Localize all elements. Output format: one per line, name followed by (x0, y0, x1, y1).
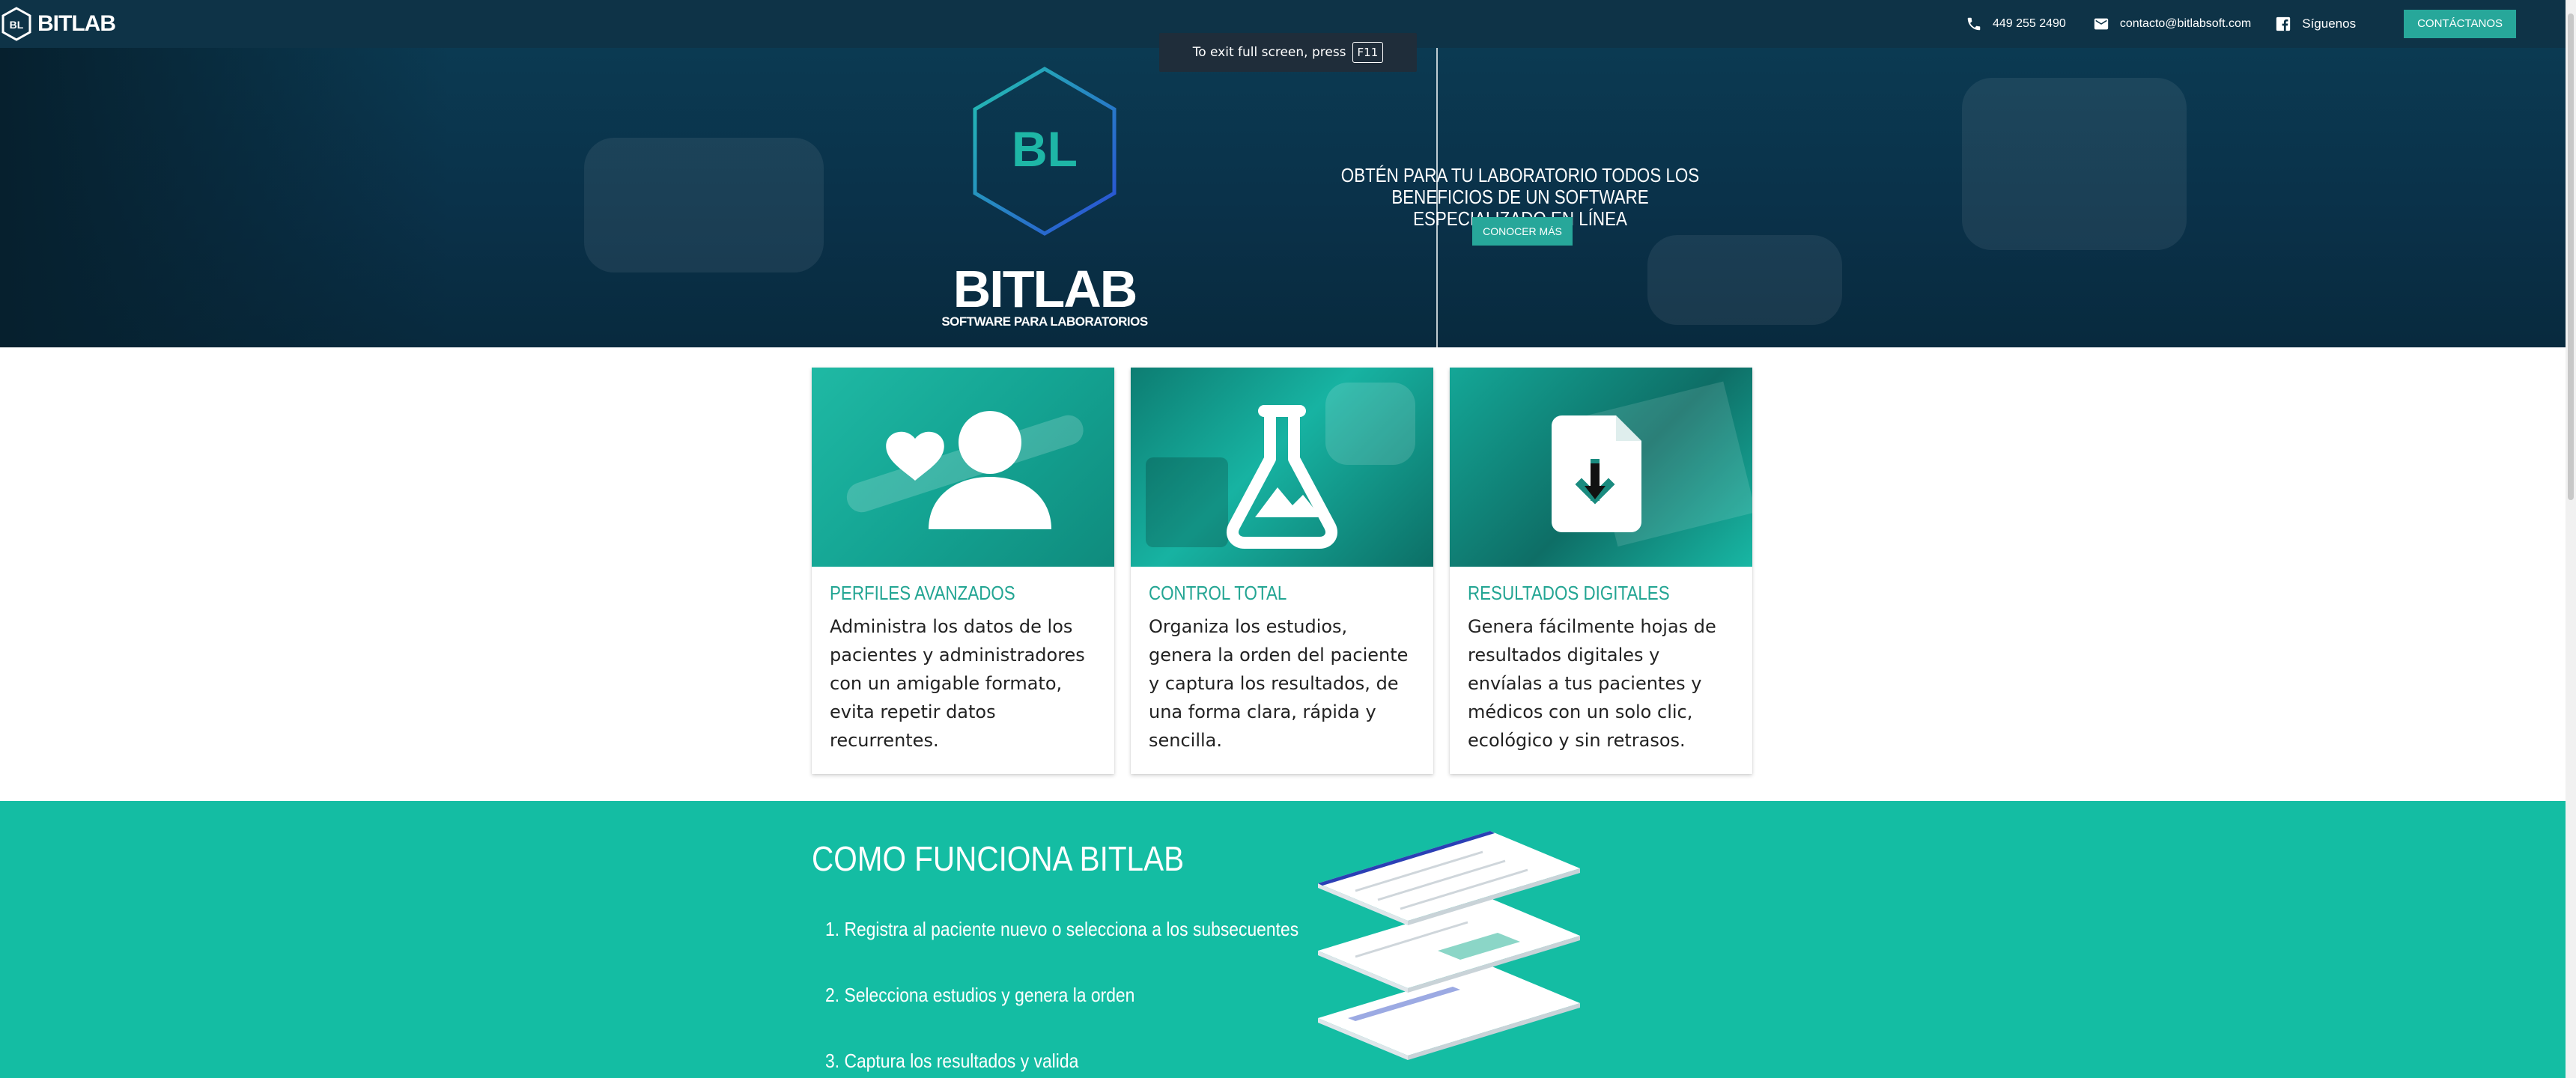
hero-background-shape (1962, 78, 2187, 250)
feature-title: PERFILES AVANZADOS (830, 582, 1015, 604)
app-screens-illustration (1318, 831, 1580, 1060)
brand-logo[interactable]: BL BITLAB (0, 6, 116, 42)
svg-text:BL: BL (10, 19, 24, 31)
feature-card-body: PERFILES AVANZADOS Administra los datos … (812, 567, 1114, 774)
step-item: 2. Selecciona estudios y genera la orden (825, 984, 1135, 1006)
hero-background-shade (0, 48, 449, 347)
document-download-icon (1552, 381, 1752, 547)
hero-hex-logo: BL (973, 67, 1117, 236)
hero-logo-subtitle: SOFTWARE PARA LABORATORIOS (941, 314, 1148, 329)
fullscreen-notice: To exit full screen, press F11 (1159, 33, 1417, 72)
contact-button[interactable]: CONTÁCTANOS (2404, 10, 2516, 38)
email-address: contacto@bitlabsoft.com (2119, 17, 2252, 30)
feature-card-control: CONTROL TOTAL Organiza los estudios, gen… (1131, 368, 1433, 774)
mail-icon (2094, 18, 2108, 30)
nav-facebook-link[interactable]: Síguenos (2275, 16, 2356, 32)
feature-card-image (1131, 368, 1433, 567)
feature-card-perfiles: PERFILES AVANZADOS Administra los datos … (812, 368, 1114, 774)
nav-email-link[interactable]: contacto@bitlabsoft.com (2093, 16, 2251, 32)
feature-card-body: CONTROL TOTAL Organiza los estudios, gen… (1131, 567, 1433, 774)
hero-banner: BL BITLAB SOFTWARE PARA LABORATORIOS OBT… (0, 48, 2566, 347)
how-it-works-section: COMO FUNCIONA BITLAB 1. Registra al paci… (0, 801, 2566, 1078)
feature-description: Organiza los estudios, genera la orden d… (1149, 616, 1409, 751)
nav-phone-link[interactable]: 449 255 2490 (1966, 16, 2066, 32)
feature-card-body: RESULTADOS DIGITALES Genera fácilmente h… (1450, 567, 1752, 774)
fullscreen-key: F11 (1352, 42, 1384, 63)
feature-title: RESULTADOS DIGITALES (1468, 582, 1670, 604)
facebook-icon (2276, 16, 2291, 31)
phone-icon (1967, 17, 1981, 31)
feature-card-resultados: RESULTADOS DIGITALES Genera fácilmente h… (1450, 368, 1752, 774)
brand-hex-icon: BL (1, 7, 31, 41)
flask-icon (1146, 383, 1415, 549)
brand-name: BITLAB (37, 11, 116, 36)
user-heart-icon (846, 411, 1084, 529)
social-label: Síguenos (2302, 16, 2357, 31)
scrollbar-thumb[interactable] (2568, 13, 2574, 500)
learn-more-button[interactable]: CONOCER MÁS (1472, 217, 1573, 246)
fullscreen-notice-text: To exit full screen, press (1192, 45, 1346, 60)
feature-title: CONTROL TOTAL (1149, 582, 1287, 604)
hero-background-shape (584, 138, 824, 272)
feature-description: Administra los datos de los pacientes y … (830, 616, 1085, 751)
feature-description: Genera fácilmente hojas de resultados di… (1468, 616, 1716, 751)
step-item: 3. Captura los resultados y valida (825, 1050, 1079, 1072)
step-item: 1. Registra al paciente nuevo o seleccio… (825, 918, 1299, 940)
phone-number: 449 255 2490 (1992, 17, 2066, 30)
hero-logo-title: BITLAB (953, 260, 1138, 318)
page-scrollbar[interactable] (2566, 0, 2576, 1078)
hero-background-shape (1647, 235, 1842, 325)
feature-card-image (812, 368, 1114, 567)
section-title: COMO FUNCIONA BITLAB (812, 839, 1185, 878)
feature-card-image (1450, 368, 1752, 567)
nav-contact-group: 449 255 2490 contacto@bitlabsoft.com Síg… (1966, 0, 2516, 48)
hero-logo-initials: BL (1012, 121, 1078, 177)
